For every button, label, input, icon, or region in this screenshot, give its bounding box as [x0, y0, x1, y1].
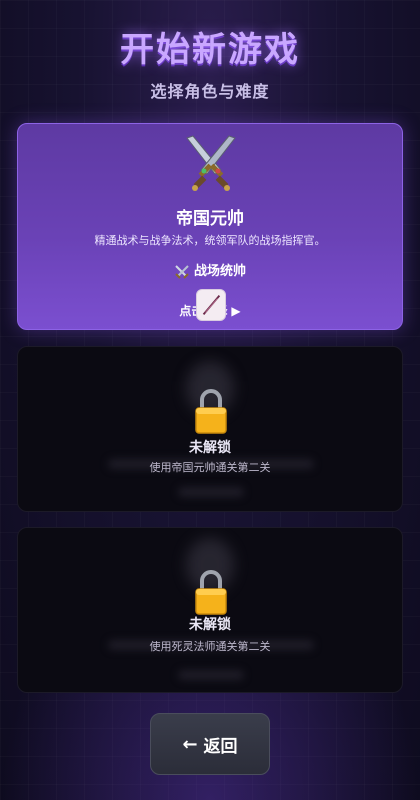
blurred-text [178, 487, 244, 497]
lock-icon [195, 570, 227, 615]
unlock-requirement: 使用死灵法师通关第二关 [149, 640, 271, 653]
character-card-locked-2: 未解锁 使用死灵法师通关第二关 [17, 527, 403, 693]
crossed-swords-icon [186, 135, 236, 191]
back-button-label: 返回 [203, 736, 238, 757]
character-tag-label: 战场统帅 [193, 264, 246, 279]
play-triangle-icon: ▶ [231, 304, 241, 318]
page-title: 开始新游戏 [120, 30, 300, 70]
crossed-swords-icon [175, 264, 189, 279]
page-subtitle: 选择角色与难度 [150, 82, 270, 101]
character-description: 精通战术与战争法术，统领军队的战场指挥官。 [94, 234, 326, 247]
character-tag: 战场统帅 [18, 260, 402, 280]
lock-icon [195, 389, 227, 434]
back-button[interactable]: ← 返回 [150, 713, 270, 775]
character-name: 帝国元帅 [176, 209, 244, 229]
character-card-marshal[interactable]: 帝国元帅 精通战术与战争法术，统领军队的战场指挥官。 战场统帅 点击选择 ▶ [17, 123, 403, 330]
quill-cursor-icon [196, 289, 226, 321]
unlock-requirement: 使用帝国元帅通关第二关 [149, 461, 271, 474]
character-card-locked-1: 未解锁 使用帝国元帅通关第二关 [17, 346, 403, 512]
locked-title: 未解锁 [189, 440, 231, 456]
locked-title: 未解锁 [189, 617, 231, 633]
arrow-left-icon: ← [182, 733, 198, 755]
blurred-text [178, 670, 244, 680]
